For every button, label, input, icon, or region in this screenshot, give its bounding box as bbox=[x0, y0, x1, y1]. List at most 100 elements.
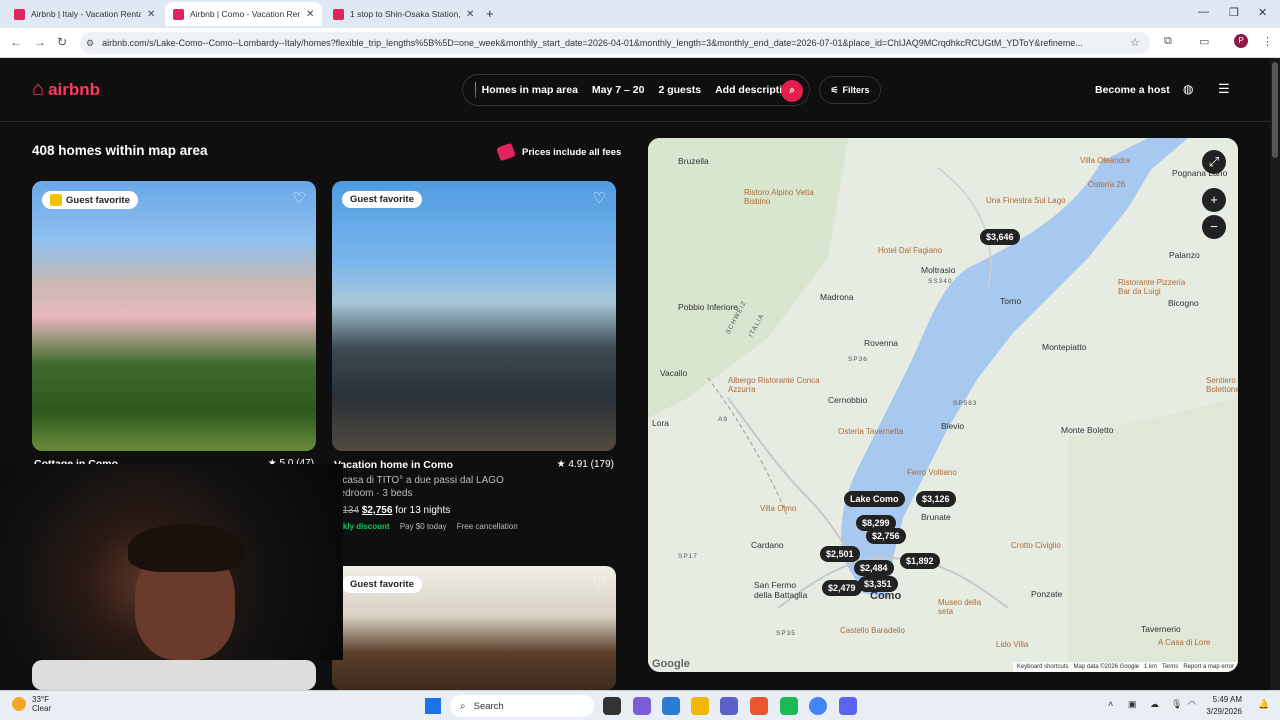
listing-photo[interactable]: Guest favorite ♡ bbox=[332, 566, 616, 690]
page-scrollbar[interactable] bbox=[1270, 58, 1280, 690]
restore-icon[interactable]: ❐ bbox=[1229, 6, 1239, 19]
house-icon bbox=[475, 82, 476, 98]
expand-map-icon[interactable]: ⤢ bbox=[1202, 150, 1226, 174]
discord-icon[interactable] bbox=[839, 697, 857, 715]
badge-label: Guest favorite bbox=[66, 194, 130, 206]
globe-icon[interactable]: ◍ bbox=[1183, 82, 1193, 96]
map-road-label: SP17 bbox=[678, 553, 698, 560]
browser-tab-active[interactable]: Airbnb | Como - Vacation Rentals ✕ bbox=[165, 2, 323, 26]
listing-info[interactable]: Vacation home in Como ★ 4.91 (179) a cas… bbox=[334, 459, 614, 531]
notifications-icon[interactable]: 🔔 bbox=[1258, 699, 1269, 710]
google-logo: Google bbox=[652, 658, 690, 670]
more-menu-icon[interactable]: ⋮ bbox=[1262, 35, 1273, 48]
map-place-label: Moltrasio bbox=[921, 265, 956, 275]
listing-photo[interactable]: Guest favorite ♡ bbox=[32, 181, 316, 451]
map-price-pin[interactable]: $2,501 bbox=[820, 546, 860, 562]
terms-link[interactable]: Terms bbox=[1162, 664, 1178, 670]
browser-tab[interactable]: 1 stop to Shin-Osaka Station, 1 ✕ bbox=[325, 2, 482, 26]
tab-title: Airbnb | Como - Vacation Rentals bbox=[190, 9, 300, 19]
listing-photo[interactable] bbox=[32, 660, 316, 690]
weather-temp: 33°F bbox=[32, 695, 49, 704]
map-location-pin[interactable]: Lake Como bbox=[844, 491, 905, 507]
chrome-icon[interactable] bbox=[809, 697, 827, 715]
zoom-in-icon[interactable]: + bbox=[1202, 188, 1226, 212]
cast-icon[interactable]: ▭ bbox=[1199, 35, 1209, 48]
map-place-label: Villa Olmo bbox=[760, 504, 797, 513]
file-explorer-icon[interactable] bbox=[691, 697, 709, 715]
weather-desc: Clear bbox=[32, 704, 52, 713]
keyboard-shortcuts-link[interactable]: Keyboard shortcuts bbox=[1017, 664, 1069, 670]
map-price-pin[interactable]: $1,892 bbox=[900, 553, 940, 569]
url-field[interactable]: ⚙ airbnb.com/s/Lake-Como--Como--Lombardy… bbox=[80, 32, 1150, 54]
search-location[interactable]: Homes in map area bbox=[482, 84, 578, 96]
become-host-link[interactable]: Become a host bbox=[1095, 84, 1170, 96]
browser-tab[interactable]: Airbnb | Italy - Vacation Rentals ✕ bbox=[6, 2, 163, 26]
search-icon[interactable]: ⌕ bbox=[781, 80, 803, 102]
zoom-out-icon[interactable]: − bbox=[1202, 215, 1226, 239]
map-place-label: Lora bbox=[652, 418, 670, 428]
forward-icon[interactable]: → bbox=[34, 35, 46, 49]
airbnb-favicon-icon bbox=[333, 8, 344, 20]
map-price-pin[interactable]: $3,126 bbox=[916, 491, 956, 507]
map-place-label: Ristoro Alpino Vetta Bisbino bbox=[744, 188, 814, 206]
listing-price: 3,134 $2,756 for 13 nights bbox=[334, 505, 614, 516]
airbnb-favicon-icon bbox=[173, 8, 184, 20]
weather-widget[interactable]: 33°F Clear bbox=[12, 695, 51, 713]
new-tab-icon[interactable]: + bbox=[486, 6, 494, 21]
map-price-pin[interactable]: $2,484 bbox=[854, 560, 894, 576]
app-icon[interactable] bbox=[780, 697, 798, 715]
map-price-pin[interactable]: $2,479 bbox=[822, 580, 862, 596]
clock-time: 5:49 AM bbox=[1212, 695, 1242, 704]
store-icon[interactable] bbox=[662, 697, 680, 715]
task-view-icon[interactable] bbox=[603, 697, 621, 715]
microphone-icon[interactable]: 🎙 bbox=[1171, 699, 1182, 710]
map-place-label: Osteria Tavernetta bbox=[838, 427, 904, 436]
airbnb-logo[interactable]: ⌂ airbnb bbox=[32, 78, 100, 101]
tray-network-icon[interactable]: ☁ bbox=[1150, 699, 1159, 710]
taskbar-search[interactable]: ⌕ Search bbox=[450, 695, 594, 717]
back-icon[interactable]: ← bbox=[10, 35, 22, 49]
os-taskbar: 33°F Clear ⌕ Search ˄ ▣ ☁ 🎙 ◠ 5:49 AM 3/… bbox=[0, 690, 1280, 720]
url-text: airbnb.com/s/Lake-Como--Como--Lombardy--… bbox=[102, 38, 1083, 48]
map-place-label: Cardano bbox=[751, 540, 784, 550]
profile-avatar[interactable]: P bbox=[1234, 34, 1248, 48]
heart-icon[interactable]: ♡ bbox=[293, 189, 306, 207]
close-window-icon[interactable]: ✕ bbox=[1258, 6, 1267, 19]
brave-icon[interactable] bbox=[750, 697, 768, 715]
filters-button[interactable]: ⚟ Filters bbox=[819, 76, 881, 104]
search-dates[interactable]: May 7 – 20 bbox=[592, 84, 645, 96]
listing-beds: bedroom · 3 beds bbox=[334, 488, 413, 499]
tray-overflow-icon[interactable]: ˄ bbox=[1108, 699, 1113, 709]
close-icon[interactable]: ✕ bbox=[466, 9, 474, 20]
system-clock[interactable]: 5:49 AM 3/29/2026 bbox=[1200, 694, 1242, 718]
heart-icon[interactable]: ♡ bbox=[593, 574, 606, 592]
map-place-label: Ferro Voltiano bbox=[907, 468, 957, 477]
wifi-icon[interactable]: ◠ bbox=[1188, 699, 1196, 710]
map-place-label: Castello Baradello bbox=[840, 626, 905, 635]
teams-icon[interactable] bbox=[720, 697, 738, 715]
map[interactable]: Villa Oleandra Pognana Lario Ostería 26 … bbox=[648, 138, 1238, 672]
site-info-icon[interactable]: ⚙ bbox=[86, 38, 94, 49]
close-icon[interactable]: ✕ bbox=[147, 9, 155, 20]
tray-app-icon[interactable]: ▣ bbox=[1128, 699, 1137, 710]
map-price-pin[interactable]: $2,756 bbox=[866, 528, 906, 544]
copilot-icon[interactable] bbox=[633, 697, 651, 715]
extensions-icon[interactable]: ⧉ bbox=[1164, 35, 1172, 48]
hamburger-menu-icon[interactable]: ☰ bbox=[1218, 81, 1230, 97]
close-icon[interactable]: ✕ bbox=[306, 9, 314, 20]
minimize-icon[interactable]: — bbox=[1198, 6, 1209, 18]
map-price-pin[interactable]: $3,351 bbox=[858, 576, 898, 592]
scrollbar-thumb[interactable] bbox=[1272, 62, 1278, 158]
bookmark-star-icon[interactable]: ☆ bbox=[1130, 36, 1140, 49]
discounted-price[interactable]: $2,756 bbox=[362, 505, 393, 516]
heart-icon[interactable]: ♡ bbox=[593, 189, 606, 207]
webcam-person-hair bbox=[128, 524, 244, 572]
map-price-pin[interactable]: $3,646 bbox=[980, 229, 1020, 245]
listing-photo[interactable]: Guest favorite ♡ bbox=[332, 181, 616, 451]
map-place-label: Ponzate bbox=[1031, 589, 1063, 599]
reload-icon[interactable]: ↻ bbox=[57, 35, 67, 49]
search-bar[interactable]: Homes in map area May 7 – 20 2 guests Ad… bbox=[462, 74, 810, 106]
search-guests[interactable]: 2 guests bbox=[658, 84, 701, 96]
windows-start-icon[interactable] bbox=[425, 698, 441, 714]
report-error-link[interactable]: Report a map error bbox=[1183, 664, 1234, 670]
